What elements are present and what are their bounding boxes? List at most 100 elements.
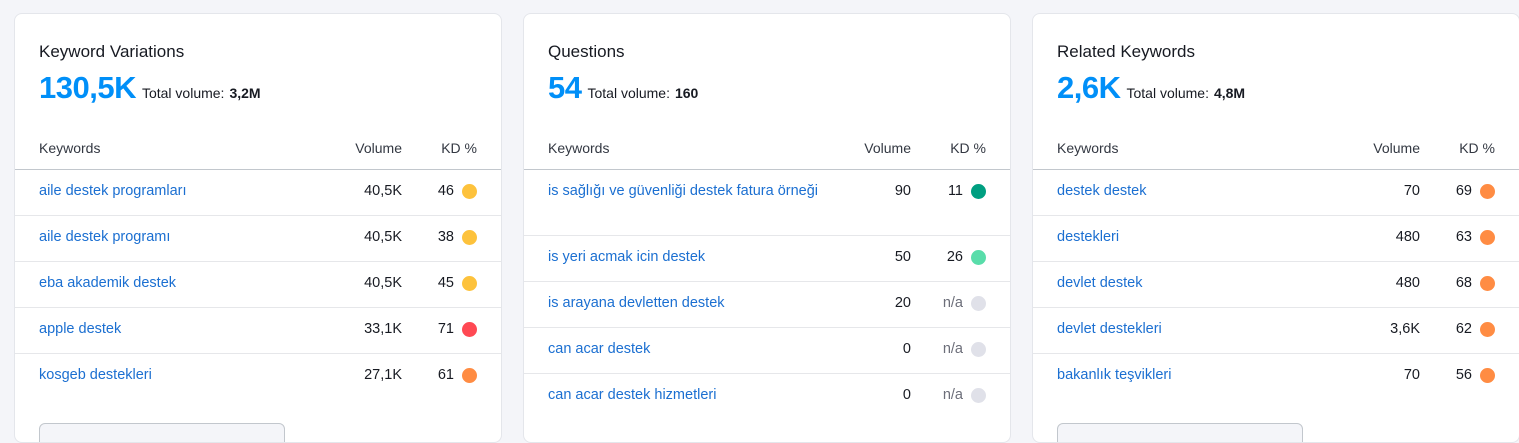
keyword-link[interactable]: aile destek programı (39, 227, 319, 248)
keyword-link[interactable]: aile destek programları (39, 181, 319, 202)
kd-value: 63 (1455, 229, 1472, 245)
kd-value: 68 (1455, 275, 1472, 291)
kd-value: 26 (946, 249, 963, 265)
total-volume-label: Total volume: (141, 85, 225, 101)
table-row: is arayana devletten destek 20 n/a (524, 282, 1010, 328)
kd-cell: 26 (947, 249, 986, 265)
keyword-link[interactable]: kosgeb destekleri (39, 365, 319, 386)
kd-dot-icon (1480, 367, 1495, 383)
keyword-count[interactable]: 130,5K (39, 70, 136, 106)
kd-dot-icon (462, 367, 477, 383)
volume-value: 50 (894, 249, 911, 265)
volume-value: 0 (902, 387, 911, 403)
kd-cell: 69 (1456, 183, 1495, 199)
keyword-table: destek destek 70 69 destekleri 480 63 de… (1033, 170, 1519, 399)
table-row: apple destek 33,1K 71 (15, 308, 501, 354)
keyword-link[interactable]: can acar destek (548, 339, 828, 360)
header-kd: KD % (1459, 140, 1495, 156)
kd-value: 56 (1455, 367, 1472, 383)
table-header: Keywords Volume KD % (1033, 136, 1519, 170)
header-volume: Volume (864, 140, 911, 156)
card-title: Keyword Variations (39, 42, 185, 61)
kd-cell: 46 (438, 183, 477, 199)
header-kd: KD % (441, 140, 477, 156)
volume-value: 40,5K (364, 183, 402, 199)
table-row: devlet destekleri 3,6K 62 (1033, 308, 1519, 354)
card-title: Related Keywords (1057, 42, 1195, 61)
keyword-table: is sağlığı ve güvenliği destek fatura ör… (524, 170, 1010, 419)
table-row: aile destek programları 40,5K 46 (15, 170, 501, 216)
kd-cell: 45 (438, 275, 477, 291)
card-title: Questions (548, 42, 625, 61)
kd-dot-icon (1480, 183, 1495, 199)
keyword-link[interactable]: bakanlık teşvikleri (1057, 365, 1337, 386)
kd-cell: 11 (948, 183, 986, 199)
keyword-count[interactable]: 2,6K (1057, 70, 1121, 106)
kd-dot-icon (462, 321, 477, 337)
keyword-variations-card: Keyword Variations 130,5K Total volume: … (14, 13, 502, 443)
keyword-link[interactable]: is arayana devletten destek (548, 293, 828, 314)
kd-cell: 63 (1456, 229, 1495, 245)
volume-value: 70 (1403, 367, 1420, 383)
table-row: bakanlık teşvikleri 70 56 (1033, 354, 1519, 399)
kd-dot-icon (971, 249, 986, 265)
kd-value: n/a (942, 387, 963, 403)
table-header: Keywords Volume KD % (15, 136, 501, 170)
table-row: destek destek 70 69 (1033, 170, 1519, 216)
volume-value: 480 (1395, 275, 1420, 291)
header-kd: KD % (950, 140, 986, 156)
summary: 130,5K Total volume: 3,2M (39, 70, 261, 106)
kd-cell: n/a (943, 387, 986, 403)
kd-value: 45 (437, 275, 454, 291)
keyword-link[interactable]: apple destek (39, 319, 319, 340)
keyword-link[interactable]: is yeri acmak icin destek (548, 247, 828, 268)
kd-value: 11 (947, 183, 963, 199)
table-row: is sağlığı ve güvenliği destek fatura ör… (524, 170, 1010, 236)
volume-value: 40,5K (364, 229, 402, 245)
kd-dot-icon (971, 295, 986, 311)
kd-value: 61 (437, 367, 454, 383)
kd-dot-icon (971, 387, 986, 403)
total-volume-value: 4,8M (1213, 85, 1246, 101)
keyword-link[interactable]: eba akademik destek (39, 273, 319, 294)
keyword-link[interactable]: destekleri (1057, 227, 1337, 248)
kd-dot-icon (1480, 229, 1495, 245)
kd-value: n/a (942, 341, 963, 357)
keyword-link[interactable]: devlet destekleri (1057, 319, 1337, 340)
kd-cell: 62 (1456, 321, 1495, 337)
header-volume: Volume (1373, 140, 1420, 156)
kd-cell: n/a (943, 295, 986, 311)
volume-value: 27,1K (364, 367, 402, 383)
kd-cell: 61 (438, 367, 477, 383)
kd-cell: 38 (438, 229, 477, 245)
kd-dot-icon (1480, 275, 1495, 291)
kd-cell: 56 (1456, 367, 1495, 383)
table-row: aile destek programı 40,5K 38 (15, 216, 501, 262)
kd-dot-icon (462, 229, 477, 245)
table-row: can acar destek 0 n/a (524, 328, 1010, 374)
view-all-button[interactable] (1057, 423, 1303, 442)
kd-value: 69 (1455, 183, 1472, 199)
total-volume-label: Total volume: (587, 85, 670, 101)
view-all-button[interactable] (39, 423, 285, 442)
kd-value: n/a (942, 295, 963, 311)
table-row: kosgeb destekleri 27,1K 61 (15, 354, 501, 399)
keyword-link[interactable]: devlet destek (1057, 273, 1337, 294)
keyword-link[interactable]: is sağlığı ve güvenliği destek fatura ör… (548, 181, 828, 202)
total-volume-value: 160 (674, 85, 699, 101)
header-keywords: Keywords (548, 140, 610, 156)
summary: 54 Total volume: 160 (548, 70, 698, 106)
kd-dot-icon (1480, 321, 1495, 337)
related-keywords-card: Related Keywords 2,6K Total volume: 4,8M… (1032, 13, 1519, 443)
kd-cell: 68 (1456, 275, 1495, 291)
table-row: eba akademik destek 40,5K 45 (15, 262, 501, 308)
volume-value: 70 (1403, 183, 1420, 199)
keyword-count[interactable]: 54 (548, 70, 582, 106)
kd-cell: 71 (438, 321, 477, 337)
kd-value: 38 (437, 229, 454, 245)
keyword-link[interactable]: destek destek (1057, 181, 1337, 202)
kd-dot-icon (971, 341, 986, 357)
keyword-link[interactable]: can acar destek hizmetleri (548, 385, 828, 406)
table-header: Keywords Volume KD % (524, 136, 1010, 170)
kd-dot-icon (462, 183, 477, 199)
